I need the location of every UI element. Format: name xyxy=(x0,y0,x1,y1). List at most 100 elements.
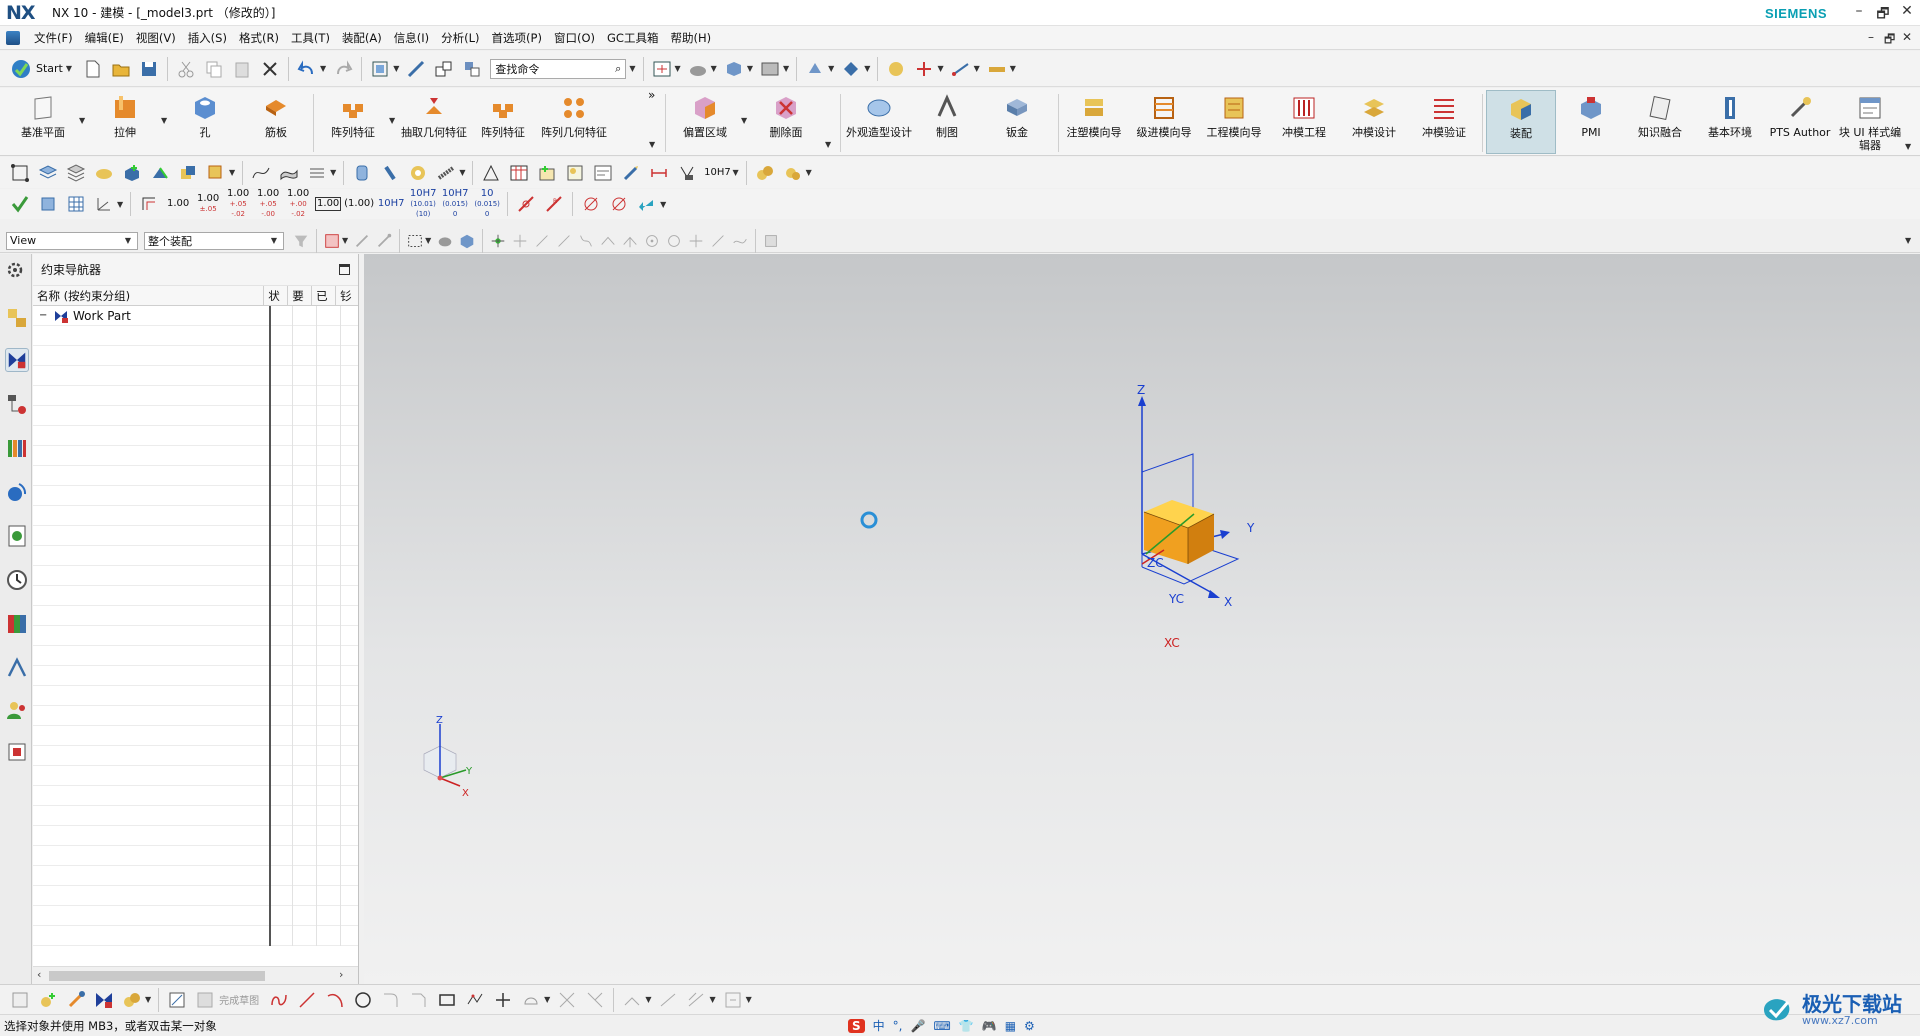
finish-sketch-icon[interactable] xyxy=(193,988,217,1012)
ribbon-die-design[interactable]: 冲模设计 xyxy=(1341,90,1407,154)
animation-icon[interactable] xyxy=(5,740,29,764)
snap-line-icon[interactable] xyxy=(533,232,551,250)
chamfer-icon[interactable] xyxy=(407,988,431,1012)
spring-icon[interactable] xyxy=(434,161,458,185)
chevron-down-icon[interactable]: ▼ xyxy=(864,64,870,73)
redo-icon[interactable] xyxy=(331,57,355,81)
balloon-icon[interactable] xyxy=(535,161,559,185)
check-grid-icon[interactable] xyxy=(64,192,88,216)
dim-value-reference[interactable]: (1.00) xyxy=(344,192,374,216)
work-layer-icon[interactable] xyxy=(884,57,908,81)
chevron-down-icon[interactable]: ▼ xyxy=(342,236,348,245)
snap-existing-icon[interactable] xyxy=(687,232,705,250)
chevron-down-icon[interactable]: ▼ xyxy=(675,64,681,73)
ribbon-datum-plane[interactable]: 基准平面 xyxy=(10,90,76,154)
triangle-icon[interactable] xyxy=(479,161,503,185)
menu-file[interactable]: 文件(F) xyxy=(28,30,79,46)
coins-icon[interactable] xyxy=(753,161,777,185)
trim-icon[interactable] xyxy=(555,988,579,1012)
menu-format[interactable]: 格式(R) xyxy=(233,30,285,46)
ribbon-block-ui-styler[interactable]: 块 UI 样式编辑器 xyxy=(1837,90,1903,154)
body-filter-icon[interactable] xyxy=(436,232,454,250)
chevron-down-icon[interactable]: ▼ xyxy=(459,168,465,177)
chevron-down-icon[interactable]: ▼ xyxy=(806,168,812,177)
doc-restore-button[interactable]: 🗗 xyxy=(1884,30,1895,51)
chevron-down-icon[interactable]: ▼ xyxy=(320,64,326,73)
surface-icon[interactable] xyxy=(277,161,301,185)
ribbon-pmi[interactable]: PMI xyxy=(1558,90,1624,154)
menu-tools[interactable]: 工具(T) xyxy=(285,30,336,46)
shaded-view-icon[interactable] xyxy=(722,57,746,81)
microphone-icon[interactable]: 🎤 xyxy=(911,1019,926,1033)
save-icon[interactable] xyxy=(137,57,161,81)
wcs-icon[interactable] xyxy=(912,57,936,81)
snap-mid-icon[interactable] xyxy=(511,232,529,250)
select-all-icon[interactable] xyxy=(323,232,341,250)
ribbon-die-validation[interactable]: 冲模验证 xyxy=(1411,90,1477,154)
extend-icon[interactable] xyxy=(583,988,607,1012)
measure-icon[interactable] xyxy=(949,57,973,81)
palette-icon[interactable] xyxy=(5,612,29,636)
ribbon-offset-region[interactable]: 偏置区域 xyxy=(672,90,738,154)
ime-punctuation[interactable]: °, xyxy=(893,1019,903,1033)
chevron-down-icon[interactable]: ▼ xyxy=(709,995,715,1004)
snap-end-icon[interactable] xyxy=(375,232,393,250)
restore-button[interactable]: 🗗 xyxy=(1872,3,1894,27)
dim-value-basic[interactable]: 1.00 xyxy=(315,192,342,216)
chevron-down-icon[interactable]: ▼ xyxy=(746,995,752,1004)
ribbon-pattern-feature[interactable]: 阵列特征 xyxy=(320,90,386,154)
baseline-dim-icon[interactable] xyxy=(137,192,161,216)
doc-minimize-button[interactable]: – xyxy=(1868,30,1874,44)
snap-curve-icon[interactable] xyxy=(577,232,595,250)
fit-icon[interactable] xyxy=(650,57,674,81)
new-file-icon[interactable] xyxy=(81,57,105,81)
roles-icon[interactable] xyxy=(5,698,29,722)
start-button[interactable]: Start ▼ xyxy=(6,58,79,80)
ribbon-shape-studio[interactable]: 外观造型设计 xyxy=(846,90,912,154)
hd3d-tools-icon[interactable] xyxy=(5,480,29,504)
column-extra[interactable]: 钐 xyxy=(336,286,358,305)
fit-h7-tolerance[interactable]: 10H7 (0.015) 0 xyxy=(441,189,469,219)
chevron-down-icon[interactable]: ▼ xyxy=(330,168,336,177)
surface-finish-icon[interactable] xyxy=(675,161,699,185)
return-arrow-icon[interactable] xyxy=(635,192,659,216)
measure-distance-icon[interactable] xyxy=(985,57,1009,81)
ime-chinese-mode[interactable]: 中 xyxy=(873,1017,885,1034)
history-icon[interactable] xyxy=(5,568,29,592)
layers-icon[interactable] xyxy=(36,161,60,185)
arc-icon[interactable] xyxy=(323,988,347,1012)
snap-icon[interactable] xyxy=(353,232,371,250)
washer-icon[interactable] xyxy=(406,161,430,185)
point-icon[interactable] xyxy=(491,988,515,1012)
background-icon[interactable] xyxy=(758,57,782,81)
chevron-down-icon[interactable]: ▼ xyxy=(649,140,655,149)
chevron-down-icon[interactable]: ▼ xyxy=(937,64,943,73)
ribbon-pattern-feature-2[interactable]: 阵列特征 xyxy=(470,90,536,154)
symbol-icon[interactable] xyxy=(563,161,587,185)
new-parent-icon[interactable] xyxy=(176,161,200,185)
add-component-icon[interactable] xyxy=(36,988,60,1012)
add-component-icon[interactable] xyxy=(120,161,144,185)
chevron-down-icon[interactable]: ▼ xyxy=(393,64,399,73)
snap-on-face-icon[interactable] xyxy=(731,232,749,250)
ribbon-pts-author[interactable]: PTS Author xyxy=(1767,90,1833,154)
radius-dim-icon[interactable]: R xyxy=(542,192,566,216)
chevron-down-icon[interactable]: ▼ xyxy=(117,200,123,209)
column-name[interactable]: 名称 (按约束分组) xyxy=(33,286,265,305)
ribbon-expand-icon[interactable]: » xyxy=(648,88,655,102)
snap-intersect-icon[interactable] xyxy=(621,232,639,250)
close-button[interactable]: ✕ xyxy=(1896,3,1918,19)
chevron-down-icon[interactable]: ▼ xyxy=(660,200,666,209)
menu-preferences[interactable]: 首选项(P) xyxy=(486,30,548,46)
chevron-down-icon[interactable]: ▼ xyxy=(974,64,980,73)
chevron-down-icon[interactable]: ▼ xyxy=(741,116,747,125)
menu-info[interactable]: 信息(I) xyxy=(388,30,435,46)
chevron-down-icon[interactable]: ▼ xyxy=(425,236,431,245)
component-array-icon[interactable] xyxy=(204,161,228,185)
snap-center-icon[interactable] xyxy=(643,232,661,250)
open-folder-icon[interactable] xyxy=(109,57,133,81)
section-view-icon[interactable] xyxy=(839,57,863,81)
pen-icon[interactable] xyxy=(619,161,643,185)
menu-gc-toolkit[interactable]: GC工具箱 xyxy=(601,30,664,46)
move-component-icon[interactable] xyxy=(404,57,428,81)
